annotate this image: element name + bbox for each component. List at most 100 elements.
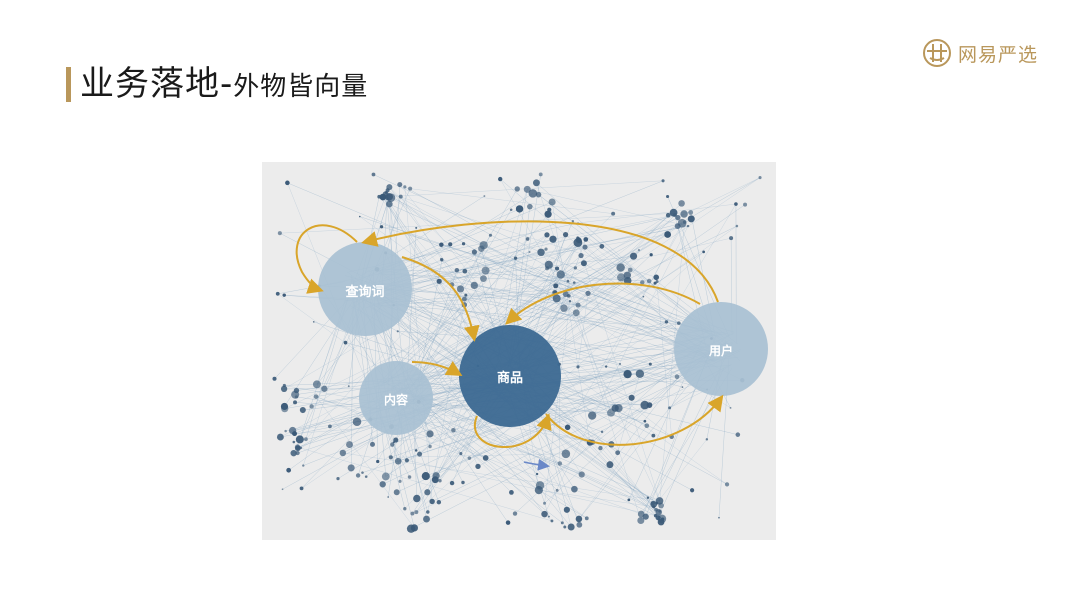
graph-node [646, 402, 653, 408]
hub-query: 查询词 [318, 242, 412, 336]
graph-node [555, 488, 559, 492]
graph-node [414, 449, 418, 452]
graph-node [404, 458, 409, 463]
graph-node [548, 198, 556, 206]
graph-node [509, 490, 514, 495]
graph-node [514, 186, 520, 192]
hub-user-label: 用户 [708, 343, 733, 358]
graph-node [563, 506, 570, 513]
graph-node [295, 435, 304, 444]
graph-node [561, 449, 571, 459]
brand-logo: 网易严选 [922, 37, 1038, 69]
graph-node [669, 208, 678, 217]
graph-node [585, 290, 591, 297]
graph-node [544, 247, 548, 251]
graph-node [567, 294, 571, 298]
graph-node [299, 407, 306, 414]
graph-node [398, 194, 403, 199]
graph-node [293, 387, 300, 394]
graph-node [480, 275, 487, 283]
graph-node [661, 179, 665, 183]
graph-node [688, 210, 694, 215]
graph-node [292, 440, 296, 444]
graph-node [371, 172, 376, 177]
hub-query-label: 查询词 [344, 284, 384, 300]
graph-node [428, 444, 432, 449]
graph-node [527, 203, 533, 210]
graph-node [532, 179, 540, 187]
graph-node [385, 197, 389, 201]
graph-edge [605, 223, 683, 367]
page-title: 业务落地-外物皆向量 [80, 60, 368, 114]
graph-node [387, 496, 390, 498]
graph-node [562, 232, 569, 238]
graph-node [575, 302, 581, 308]
graph-edge [393, 304, 725, 333]
graph-node [652, 505, 656, 509]
graph-node [302, 464, 305, 467]
graph-node [475, 463, 481, 470]
graph-node [674, 374, 680, 380]
graph-node [629, 252, 638, 260]
graph-node [567, 523, 575, 531]
arrow-product-outward [523, 458, 550, 471]
graph-node [611, 211, 616, 216]
graph-node [284, 429, 287, 433]
graph-node [623, 370, 632, 379]
graph-node [718, 516, 720, 519]
graph-node [309, 404, 314, 409]
graph-node [653, 513, 658, 518]
graph-node [690, 488, 695, 493]
graph-node [677, 321, 681, 325]
graph-node [528, 251, 531, 253]
graph-node [560, 304, 568, 312]
graph-node [467, 456, 472, 460]
graph-node [471, 249, 478, 255]
graph-node [682, 220, 687, 224]
graph-node [431, 476, 439, 484]
graph-node [293, 400, 298, 405]
graph-node [599, 243, 605, 249]
graph-node [394, 457, 402, 465]
graph-node [655, 501, 659, 505]
graph-node [582, 244, 588, 250]
hub-user: 用户 [674, 302, 768, 396]
graph-node [563, 525, 567, 529]
graph-node [361, 471, 364, 474]
graph-node [573, 266, 578, 270]
hub-product: 商品 [459, 325, 561, 427]
graph-node [556, 270, 565, 279]
graph-node [426, 430, 434, 438]
graph-node [584, 516, 589, 521]
graph-node [436, 499, 442, 505]
graph-node [535, 472, 539, 476]
graph-node [611, 404, 619, 412]
graph-node [664, 231, 672, 238]
graph-node [346, 441, 353, 449]
graph-node [328, 424, 332, 429]
graph-node [543, 501, 547, 505]
graph-node [352, 417, 362, 427]
graph-node [664, 320, 669, 324]
hub-content-label: 内容 [384, 392, 408, 407]
graph-node [616, 263, 625, 272]
graph-node [541, 510, 548, 518]
graph-node [538, 172, 543, 177]
graph-node [705, 438, 709, 441]
graph-node [578, 252, 584, 259]
graph-node [528, 189, 538, 198]
graph-node [644, 423, 650, 429]
graph-node [544, 232, 550, 238]
graph-node [635, 369, 645, 378]
graph-node [598, 445, 603, 451]
graph-node [482, 455, 489, 461]
graph-node [549, 235, 557, 243]
graph-node [576, 521, 583, 528]
graph-node [653, 274, 660, 281]
graph-node [734, 202, 738, 206]
graph-node [509, 208, 513, 212]
graph-node [525, 237, 530, 241]
graph-edge [527, 189, 689, 227]
graph-node [642, 295, 645, 298]
graph-node [358, 215, 361, 218]
